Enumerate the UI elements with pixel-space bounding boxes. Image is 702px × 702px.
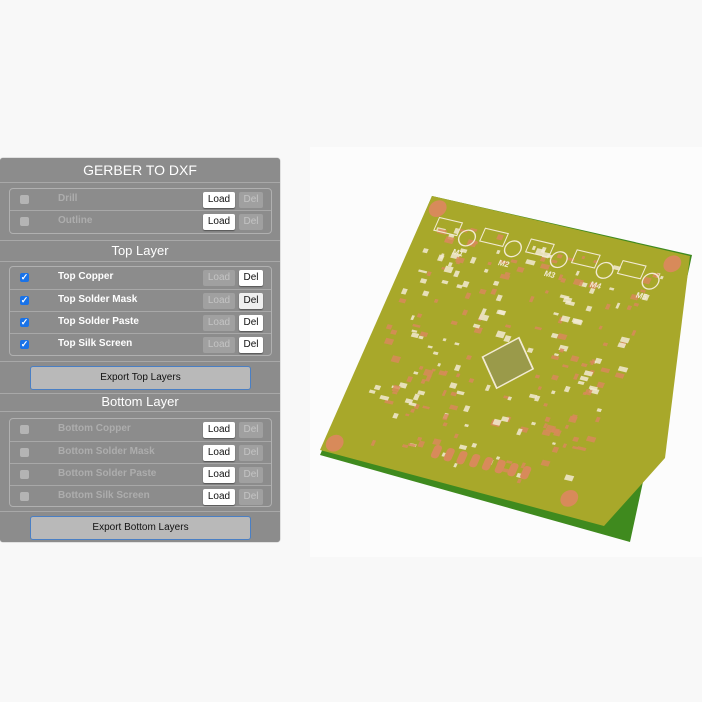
pcb-render: M1M2M3M4M5	[320, 196, 692, 542]
